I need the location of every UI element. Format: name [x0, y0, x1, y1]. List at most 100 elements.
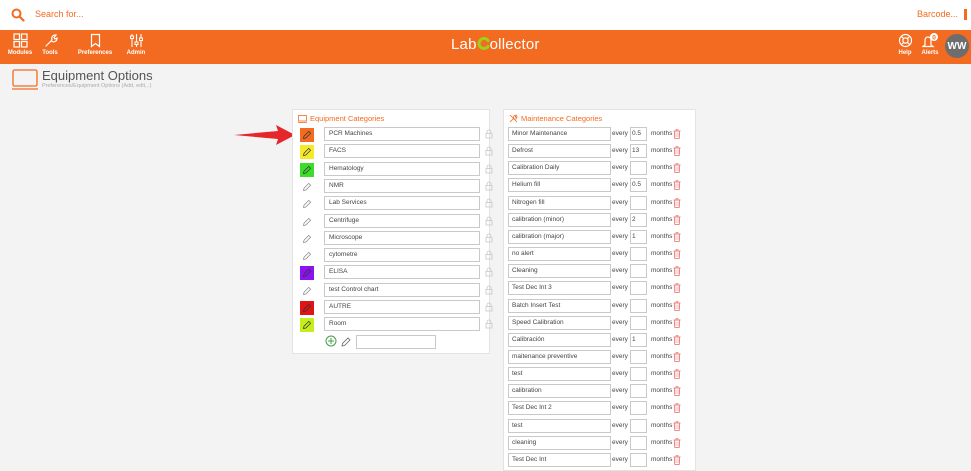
interval-input[interactable]: [630, 452, 647, 467]
interval-input[interactable]: [630, 418, 647, 433]
interval-input[interactable]: [630, 195, 647, 210]
trash-icon[interactable]: [673, 386, 681, 397]
color-swatch[interactable]: [300, 318, 314, 333]
maintenance-category-input[interactable]: maitenance preventive: [508, 349, 611, 364]
equipment-category-input[interactable]: cytometre: [324, 248, 480, 263]
trash-icon[interactable]: [673, 146, 681, 157]
nav-admin[interactable]: Admin: [124, 33, 148, 56]
maintenance-category-input[interactable]: calibration: [508, 384, 611, 399]
maintenance-category-input[interactable]: Minor Maintenance: [508, 127, 611, 141]
nav-preferences[interactable]: Preferences: [66, 33, 124, 56]
equipment-category-input[interactable]: Microscope: [324, 230, 480, 245]
color-swatch[interactable]: [300, 232, 314, 246]
interval-input[interactable]: 0.5: [630, 127, 647, 141]
search-input[interactable]: Search for...: [35, 9, 84, 19]
trash-icon[interactable]: [673, 129, 681, 139]
maintenance-category-input[interactable]: Helium fill: [508, 178, 611, 193]
maintenance-category-input[interactable]: cleaning: [508, 435, 611, 450]
maintenance-category-input[interactable]: Calibration Daily: [508, 161, 611, 176]
equipment-category-input[interactable]: Hematology: [324, 161, 480, 176]
trash-icon[interactable]: [673, 180, 681, 191]
interval-input[interactable]: [630, 247, 647, 262]
maintenance-category-input[interactable]: Speed Calibration: [508, 315, 611, 330]
trash-icon[interactable]: [673, 283, 681, 294]
trash-icon[interactable]: [673, 232, 681, 242]
interval-input[interactable]: [630, 349, 647, 364]
lock-icon[interactable]: [485, 250, 493, 260]
lock-icon[interactable]: [485, 181, 493, 191]
lock-icon[interactable]: [485, 129, 493, 139]
nav-modules[interactable]: Modules: [5, 33, 35, 56]
trash-icon[interactable]: [673, 369, 681, 379]
trash-icon[interactable]: [673, 163, 681, 174]
maintenance-category-input[interactable]: Test Dec Int 2: [508, 401, 611, 416]
trash-icon[interactable]: [673, 214, 681, 225]
interval-input[interactable]: [630, 315, 647, 330]
equipment-category-input[interactable]: NMR: [324, 178, 480, 193]
color-swatch[interactable]: [300, 215, 314, 229]
maintenance-category-input[interactable]: calibration (minor): [508, 212, 611, 227]
maintenance-category-input[interactable]: no alert: [508, 247, 611, 262]
interval-input[interactable]: 1: [630, 229, 647, 244]
add-circle-icon[interactable]: [325, 335, 337, 347]
user-avatar[interactable]: WW: [945, 34, 969, 58]
maintenance-category-input[interactable]: Calibración: [508, 332, 611, 347]
equipment-category-input[interactable]: Room: [324, 317, 480, 332]
interval-input[interactable]: [630, 401, 647, 416]
interval-input[interactable]: 13: [630, 144, 647, 159]
trash-icon[interactable]: [673, 437, 681, 448]
trash-icon[interactable]: [673, 455, 681, 465]
equipment-category-input[interactable]: Centrifuge: [324, 213, 480, 228]
interval-input[interactable]: [630, 367, 647, 382]
maintenance-category-input[interactable]: test: [508, 367, 611, 382]
lock-icon[interactable]: [485, 302, 493, 312]
nav-tools[interactable]: Tools: [38, 33, 62, 56]
lock-icon[interactable]: [485, 267, 493, 277]
color-swatch[interactable]: [300, 249, 314, 263]
equipment-category-input[interactable]: test Control chart: [324, 282, 480, 297]
trash-icon[interactable]: [673, 403, 681, 414]
interval-input[interactable]: [630, 435, 647, 450]
equipment-category-input[interactable]: ELISA: [324, 265, 480, 280]
interval-input[interactable]: [630, 281, 647, 296]
trash-icon[interactable]: [673, 334, 681, 345]
lock-icon[interactable]: [485, 216, 493, 226]
trash-icon[interactable]: [673, 249, 681, 259]
lock-icon[interactable]: [485, 164, 493, 174]
interval-input[interactable]: [630, 161, 647, 176]
color-picker-icon[interactable]: [340, 336, 352, 348]
trash-icon[interactable]: [673, 352, 681, 362]
color-swatch[interactable]: [300, 266, 314, 281]
color-swatch[interactable]: [300, 197, 314, 211]
nav-help[interactable]: Help: [894, 33, 916, 56]
maintenance-category-input[interactable]: Batch Insert Test: [508, 298, 611, 313]
trash-icon[interactable]: [673, 420, 681, 431]
maintenance-category-input[interactable]: test: [508, 418, 611, 433]
trash-icon[interactable]: [673, 266, 681, 277]
maintenance-category-input[interactable]: Test Dec Int: [508, 452, 611, 467]
color-swatch[interactable]: [300, 145, 314, 160]
search-icon[interactable]: [11, 8, 25, 22]
interval-input[interactable]: 0.5: [630, 178, 647, 193]
color-swatch[interactable]: [300, 180, 314, 194]
equipment-category-input[interactable]: FACS: [324, 144, 480, 159]
lock-icon[interactable]: [485, 233, 493, 243]
equipment-category-input[interactable]: AUTRE: [324, 300, 480, 314]
color-swatch[interactable]: [300, 301, 314, 315]
maintenance-category-input[interactable]: Cleaning: [508, 264, 611, 279]
maintenance-category-input[interactable]: calibration (major): [508, 229, 611, 244]
color-swatch[interactable]: [300, 128, 314, 142]
trash-icon[interactable]: [673, 197, 681, 208]
lock-icon[interactable]: [485, 285, 493, 295]
interval-input[interactable]: 1: [630, 332, 647, 347]
nav-alerts[interactable]: 0 Alerts: [918, 33, 942, 56]
lock-icon[interactable]: [485, 319, 493, 329]
maintenance-category-input[interactable]: Defrost: [508, 144, 611, 159]
lock-icon[interactable]: [485, 198, 493, 208]
lock-icon[interactable]: [485, 146, 493, 156]
new-equipment-category-input[interactable]: [356, 335, 436, 349]
equipment-category-input[interactable]: Lab Services: [324, 196, 480, 211]
barcode-input[interactable]: Barcode...: [917, 9, 958, 19]
interval-input[interactable]: [630, 384, 647, 399]
maintenance-category-input[interactable]: Test Dec Int 3: [508, 281, 611, 296]
